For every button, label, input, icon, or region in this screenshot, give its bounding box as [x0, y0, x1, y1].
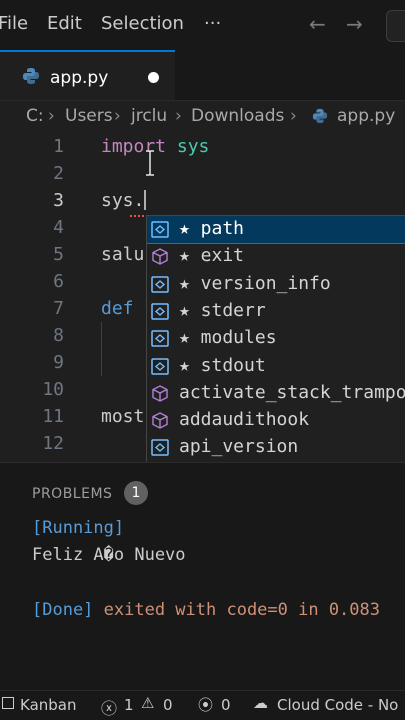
text-cursor	[144, 190, 147, 210]
suggestion-label: api_version	[179, 436, 299, 458]
suggestion-item[interactable]: ★ exit	[147, 243, 405, 270]
line-number: 3	[53, 190, 64, 211]
error-squiggle	[130, 212, 144, 217]
ports-icon[interactable]: ⦿	[198, 694, 213, 715]
suggestion-label: ★ exit	[179, 245, 245, 267]
line-number: 2	[53, 163, 64, 184]
variable-icon	[151, 330, 169, 347]
running-label: [Running]	[32, 518, 125, 538]
status-warnings[interactable]: 0	[163, 696, 173, 714]
variable-icon	[151, 439, 169, 457]
ibeam-cursor-icon	[146, 150, 154, 176]
output-text: Feliz A�o Nuevo	[32, 545, 186, 565]
suggestion-label: ★ path	[179, 218, 245, 239]
line-number: 12	[42, 433, 64, 454]
suggestion-label: ★ stderr	[179, 299, 266, 321]
line-number: 7	[53, 298, 64, 319]
line-number: 8	[53, 325, 64, 346]
suggestion-item[interactable]: addaudithook	[147, 407, 405, 434]
code-text: sys.	[101, 190, 145, 211]
chevron-right-icon: ›	[114, 106, 121, 126]
tab-problems[interactable]: PROBLEMS	[32, 486, 112, 502]
cloud-icon[interactable]: ☁	[253, 694, 268, 712]
code-line-11: most	[101, 406, 145, 427]
line-number: 4	[53, 217, 64, 238]
variable-icon	[151, 221, 169, 238]
error-icon[interactable]: ⓧ	[101, 695, 117, 719]
variable-icon	[151, 357, 169, 375]
suggestion-item[interactable]: ★ path	[147, 216, 405, 244]
tab-label: app.py	[50, 68, 109, 88]
line-number: 11	[42, 406, 64, 427]
code-line-3: sys.	[101, 190, 147, 211]
exit-message: exited with code=0 in 0.083	[93, 600, 380, 620]
output-done-line: [Done] exited with code=0 in 0.083	[32, 600, 380, 620]
breadcrumb-users[interactable]: Users	[65, 106, 113, 126]
python-file-icon	[312, 108, 328, 124]
back-arrow-icon[interactable]: ←	[309, 12, 326, 36]
suggestion-item[interactable]: api_version	[147, 434, 405, 461]
line-number: 1	[53, 136, 64, 157]
menu-more[interactable]: ···	[204, 13, 221, 34]
done-label: [Done]	[32, 600, 94, 620]
suggestion-label: ★ modules	[179, 327, 277, 349]
chevron-right-icon: ›	[175, 106, 182, 126]
keyword-def: def	[101, 298, 134, 319]
output-running-line: [Running]	[32, 518, 124, 538]
suggestion-item[interactable]: activate_stack_trampoline	[147, 380, 405, 407]
menu-file[interactable]: File	[0, 13, 28, 34]
suggestion-label: activate_stack_trampoline	[179, 381, 405, 403]
menu-selection[interactable]: Selection	[101, 13, 184, 34]
breadcrumb-file[interactable]: app.py	[337, 106, 395, 126]
line-number: 6	[53, 271, 64, 292]
status-bar: Kanban ⓧ 1 ⚠ 0 ⦿ 0 ☁ Cloud Code - No	[0, 690, 405, 720]
warning-icon[interactable]: ⚠	[141, 694, 154, 712]
variable-icon	[151, 275, 169, 293]
forward-arrow-icon[interactable]: →	[346, 12, 363, 36]
tab-app-py[interactable]: app.py	[0, 50, 175, 100]
status-kanban[interactable]: Kanban	[20, 696, 77, 714]
suggestion-item[interactable]: ★ stderr	[147, 298, 405, 325]
suggestion-label: ★ version_info	[179, 272, 331, 294]
suggestion-item[interactable]: ★ version_info	[147, 271, 405, 298]
method-icon	[152, 248, 168, 266]
line-number: 10	[42, 379, 64, 400]
status-errors[interactable]: 1	[124, 696, 134, 714]
status-cloud-code[interactable]: Cloud Code - No	[277, 696, 398, 714]
unsaved-dot-icon[interactable]	[148, 72, 159, 83]
command-center[interactable]	[386, 10, 405, 42]
menu-edit[interactable]: Edit	[47, 13, 82, 34]
title-bar: File Edit Selection ··· ← →	[0, 0, 405, 50]
chevron-right-icon: ›	[48, 106, 55, 126]
code-line-5: salu	[101, 244, 145, 265]
status-ports[interactable]: 0	[221, 696, 231, 714]
breadcrumb-downloads[interactable]: Downloads	[191, 106, 284, 126]
module-sys: sys	[166, 136, 210, 157]
breadcrumb-drive[interactable]: C:	[26, 106, 44, 126]
suggestion-label: addaudithook	[179, 409, 310, 431]
method-icon	[152, 385, 168, 402]
method-icon	[152, 412, 168, 429]
keyword-import: import	[101, 136, 167, 157]
tab-bar: app.py	[0, 50, 405, 101]
python-file-icon	[23, 68, 39, 84]
kanban-icon	[2, 697, 14, 709]
code-line-7: def	[101, 298, 134, 319]
indent-guide	[101, 322, 102, 376]
bottom-panel: PROBLEMS 1 [Running] Feliz A�o Nuevo [Do…	[0, 462, 405, 691]
breadcrumb-user[interactable]: jrclu	[131, 106, 167, 126]
line-number: 9	[53, 352, 64, 373]
chevron-right-icon: ›	[290, 106, 297, 126]
suggestion-item[interactable]: ★ modules	[147, 325, 405, 352]
breadcrumb: C: › Users › jrclu › Downloads › app.py	[0, 100, 405, 132]
variable-icon	[151, 303, 169, 320]
line-number: 5	[53, 244, 64, 265]
suggestion-label: ★ stdout	[179, 354, 266, 376]
problems-count-badge: 1	[124, 481, 148, 505]
suggestion-item[interactable]: ★ stdout	[147, 353, 405, 380]
